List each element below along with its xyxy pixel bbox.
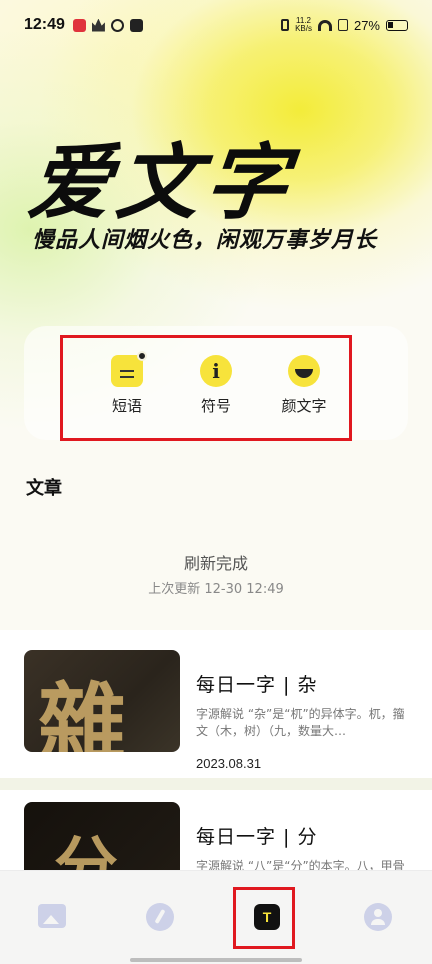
article-date: 2023.08.31	[196, 756, 262, 771]
article-card[interactable]: 雜 每日一字 | 杂 字源解说 “杂”是“杌”的异体字。杌，籀文（木，树）（九，…	[24, 650, 414, 771]
annotation-highlight-quick-actions	[60, 335, 352, 441]
slogan: 慢品人间烟火色，闲观万事岁月长	[32, 227, 378, 253]
sync-icon	[110, 18, 124, 32]
status-right: 11.2 KB/s 27%	[281, 17, 408, 33]
section-title-articles: 文章	[22, 474, 62, 500]
picture-icon[interactable]	[38, 904, 66, 928]
battery-percent: 27%	[353, 17, 380, 33]
annotation-highlight-tab	[233, 887, 295, 949]
hero-background	[0, 0, 432, 560]
article-title: 每日一字 | 杂	[196, 674, 318, 696]
crown-icon	[91, 18, 105, 32]
home-indicator	[130, 958, 302, 962]
refresh-status: 刷新完成 上次更新 12-30 12:49	[0, 550, 432, 597]
last-update-text: 上次更新 12-30 12:49	[148, 582, 284, 597]
net-speed-unit: KB/s	[295, 24, 312, 33]
status-bar: 12:49 11.2 KB/s 27%	[0, 0, 432, 50]
article-thumbnail: 雜	[24, 650, 180, 752]
vibrate-icon	[281, 19, 290, 31]
section-title-text: 文章	[26, 478, 62, 499]
app-notification-icon	[72, 18, 86, 32]
refresh-complete-text: 刷新完成	[183, 554, 248, 573]
brand-title: 爱文字	[24, 135, 299, 231]
feed-divider	[0, 778, 432, 790]
article-title: 每日一字 | 分	[196, 826, 318, 848]
bottom-tab-bar: T	[0, 870, 432, 964]
pen-icon[interactable]	[146, 903, 174, 931]
message-icon	[129, 18, 143, 32]
net-speed: 11.2 KB/s	[295, 17, 312, 33]
sim-icon	[337, 19, 348, 31]
user-icon[interactable]	[364, 903, 392, 931]
wifi-icon	[317, 19, 332, 31]
thumbnail-glyph: 雜	[38, 672, 127, 752]
status-time: 12:49	[24, 16, 65, 33]
article-desc: 字源解说 “杂”是“杌”的异体字。杌，籀文（木，树）（九，数量大…	[196, 707, 405, 738]
battery-icon	[386, 19, 408, 31]
